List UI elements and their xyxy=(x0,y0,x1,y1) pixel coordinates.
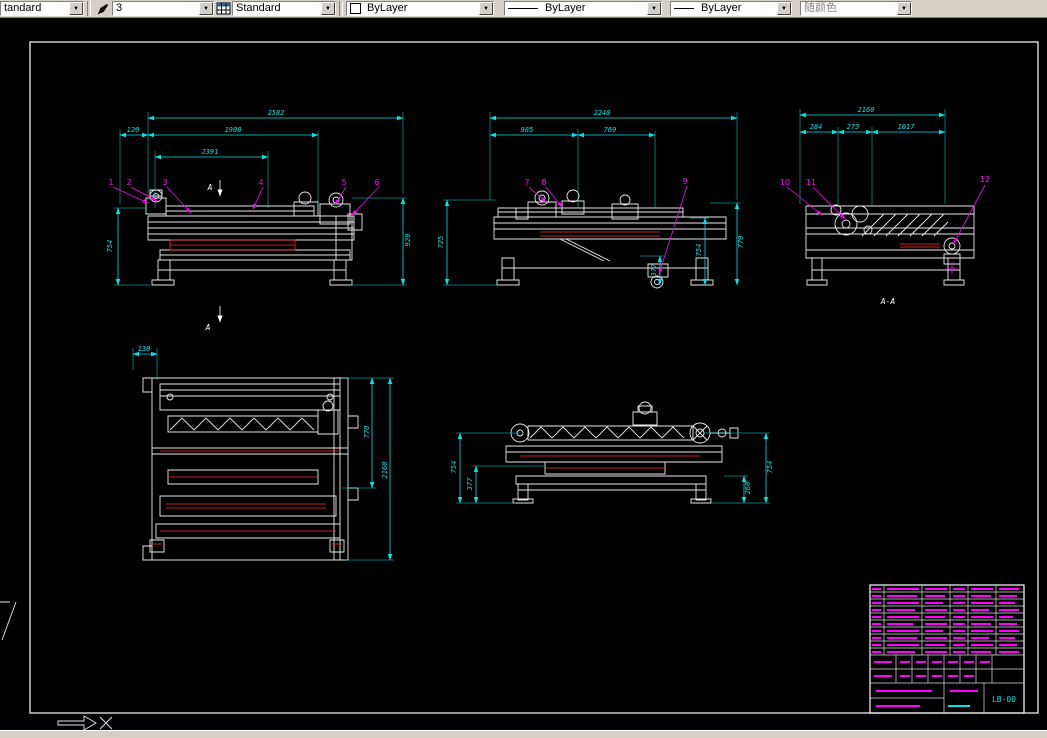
dim-text: 920 xyxy=(404,234,412,247)
drawing-area[interactable]: 2582 120 1900 2391 754 920 1 2 3 4 5 6 A… xyxy=(0,18,1047,730)
plan-view: 130 770 2160 xyxy=(132,345,394,561)
drawing-number: LB-00 xyxy=(992,695,1016,704)
plan-view-dimensions: 130 770 2160 xyxy=(132,345,394,561)
section-view: 2160 284 273 1017 10 11 12 A-A xyxy=(780,106,990,306)
linetype-control-combo[interactable]: ByLayer ▼ xyxy=(504,1,662,16)
section-view-label: A-A xyxy=(880,297,896,306)
dim-text: 284 xyxy=(810,123,823,131)
callout-number: 4 xyxy=(258,178,263,187)
bottom-panel-strip xyxy=(0,730,1047,738)
table-style-dropdown-arrow[interactable]: ▼ xyxy=(321,2,335,15)
dim-style-dropdown-arrow[interactable]: ▼ xyxy=(199,2,213,15)
section-view-dimensions: 2160 284 273 1017 xyxy=(799,106,946,206)
callout-number: 11 xyxy=(806,178,816,187)
callout-number: 6 xyxy=(374,178,379,187)
dim-text: 754 xyxy=(695,244,703,257)
table-style-value: Standard xyxy=(236,2,281,14)
dim-text: 377 xyxy=(466,477,474,491)
section-mark-label: A xyxy=(205,323,211,332)
front-view-dimensions: 2582 120 1900 2391 754 920 xyxy=(106,109,412,286)
callout-number: 12 xyxy=(980,175,990,184)
linetype-sample-icon xyxy=(508,8,538,9)
section-cut-marks: A A xyxy=(205,180,223,332)
dim-text: 2391 xyxy=(202,148,219,156)
lineweight-dropdown-arrow[interactable]: ▼ xyxy=(777,2,791,15)
dim-text: 725 xyxy=(437,236,445,249)
text-style-combo[interactable]: tandard ▼ xyxy=(0,1,84,16)
color-control-combo[interactable]: ByLayer ▼ xyxy=(346,1,494,16)
dim-text: 769 xyxy=(604,126,617,134)
dim-style-icon xyxy=(94,1,112,16)
dim-text: 1017 xyxy=(898,123,916,131)
linetype-dropdown-arrow[interactable]: ▼ xyxy=(647,2,661,15)
text-style-value: tandard xyxy=(4,2,42,14)
side-view: 2240 985 769 725 779 377 754 7 8 9 xyxy=(437,109,745,289)
callout-number: 8 xyxy=(541,178,546,187)
dim-style-combo[interactable]: 3 ▼ xyxy=(112,1,214,16)
section-view-callouts: 10 11 12 xyxy=(780,175,990,244)
lineweight-control-combo[interactable]: ByLayer ▼ xyxy=(670,1,792,16)
dim-text: 130 xyxy=(138,345,151,353)
table-style-combo[interactable]: Standard ▼ xyxy=(232,1,336,16)
title-block: LB-00 xyxy=(869,584,1025,714)
dim-style-value: 3 xyxy=(116,2,123,14)
dim-text: 779 xyxy=(737,236,745,249)
callout-number: 5 xyxy=(341,178,346,187)
table-style-icon xyxy=(214,1,232,16)
dim-text: 2160 xyxy=(381,462,389,479)
section-mark-label: A xyxy=(207,183,213,192)
ucs-icon xyxy=(57,715,113,730)
dim-text: 754 xyxy=(106,240,114,253)
dim-text: 120 xyxy=(127,126,140,134)
color-value: ByLayer xyxy=(367,2,408,14)
styles-properties-toolbar: tandard ▼ 3 ▼ Standard ▼ ByLayer ▼ ByLay… xyxy=(0,0,1047,18)
toolbar-separator xyxy=(87,1,91,16)
dim-text: 985 xyxy=(521,126,534,134)
callout-number: 10 xyxy=(780,178,790,187)
drawing-canvas-svg[interactable]: 2582 120 1900 2391 754 920 1 2 3 4 5 6 A… xyxy=(0,18,1047,730)
color-dropdown-arrow[interactable]: ▼ xyxy=(479,2,493,15)
plot-style-value: 随颜色 xyxy=(804,2,837,14)
lineweight-value: ByLayer xyxy=(701,2,742,14)
callout-number: 7 xyxy=(524,178,529,187)
lineweight-sample-icon xyxy=(674,8,694,9)
plot-style-combo: 随颜色 ▼ xyxy=(800,1,912,16)
callout-number: 3 xyxy=(162,178,167,187)
callout-number: 1 xyxy=(108,178,113,187)
dim-text: 2160 xyxy=(858,106,875,114)
dim-text: 1900 xyxy=(225,126,242,134)
side-view-dimensions: 2240 985 769 725 779 377 754 xyxy=(437,109,745,286)
dim-text: 377 xyxy=(650,263,658,277)
dim-text: 770 xyxy=(363,426,371,439)
rear-view: 754 377 754 260 xyxy=(450,401,774,504)
callout-number: 2 xyxy=(126,178,131,187)
dim-text: 260 xyxy=(744,482,752,495)
dim-text: 2582 xyxy=(268,109,285,117)
sheet-border xyxy=(0,41,1039,714)
front-view-callouts: 1 2 3 4 5 6 xyxy=(108,178,380,216)
plot-style-dropdown-arrow: ▼ xyxy=(897,2,911,15)
dim-text: 2240 xyxy=(594,109,611,117)
text-style-dropdown-arrow[interactable]: ▼ xyxy=(69,2,83,15)
dim-text: 754 xyxy=(450,461,458,474)
dim-text: 273 xyxy=(847,123,860,131)
toolbar-separator xyxy=(339,1,343,16)
color-swatch-icon xyxy=(350,3,361,14)
dim-text: 754 xyxy=(766,461,774,474)
callout-number: 9 xyxy=(682,177,687,186)
linetype-value: ByLayer xyxy=(545,2,586,14)
front-view: 2582 120 1900 2391 754 920 1 2 3 4 5 6 A… xyxy=(106,109,412,332)
